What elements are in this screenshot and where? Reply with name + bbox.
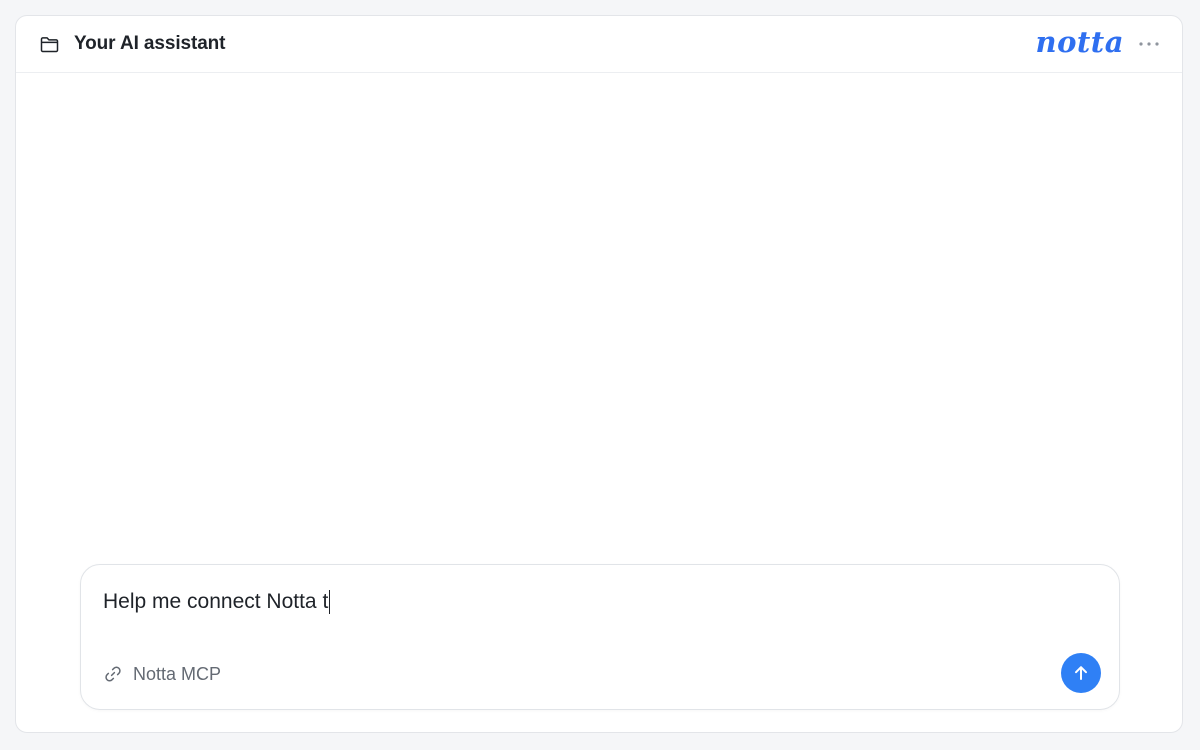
arrow-up-icon <box>1072 664 1090 682</box>
notta-logo: notta <box>1035 25 1124 59</box>
chat-input[interactable]: Help me connect Notta t <box>103 587 1093 617</box>
assistant-window: Your AI assistant notta Help me connect … <box>15 15 1183 733</box>
page-title: Your AI assistant <box>74 33 226 54</box>
header-bar: Your AI assistant notta <box>16 16 1182 73</box>
link-icon <box>103 664 123 684</box>
folder-icon[interactable] <box>39 34 59 54</box>
chat-composer: Help me connect Notta t Notta MCP <box>80 564 1120 710</box>
text-caret <box>329 590 331 614</box>
more-horizontal-icon[interactable] <box>1138 34 1160 54</box>
chat-input-text: Help me connect Notta t <box>103 590 329 613</box>
send-button[interactable] <box>1061 653 1101 693</box>
notta-mcp-chip[interactable]: Notta MCP <box>103 662 221 686</box>
mcp-chip-label: Notta MCP <box>133 663 222 684</box>
